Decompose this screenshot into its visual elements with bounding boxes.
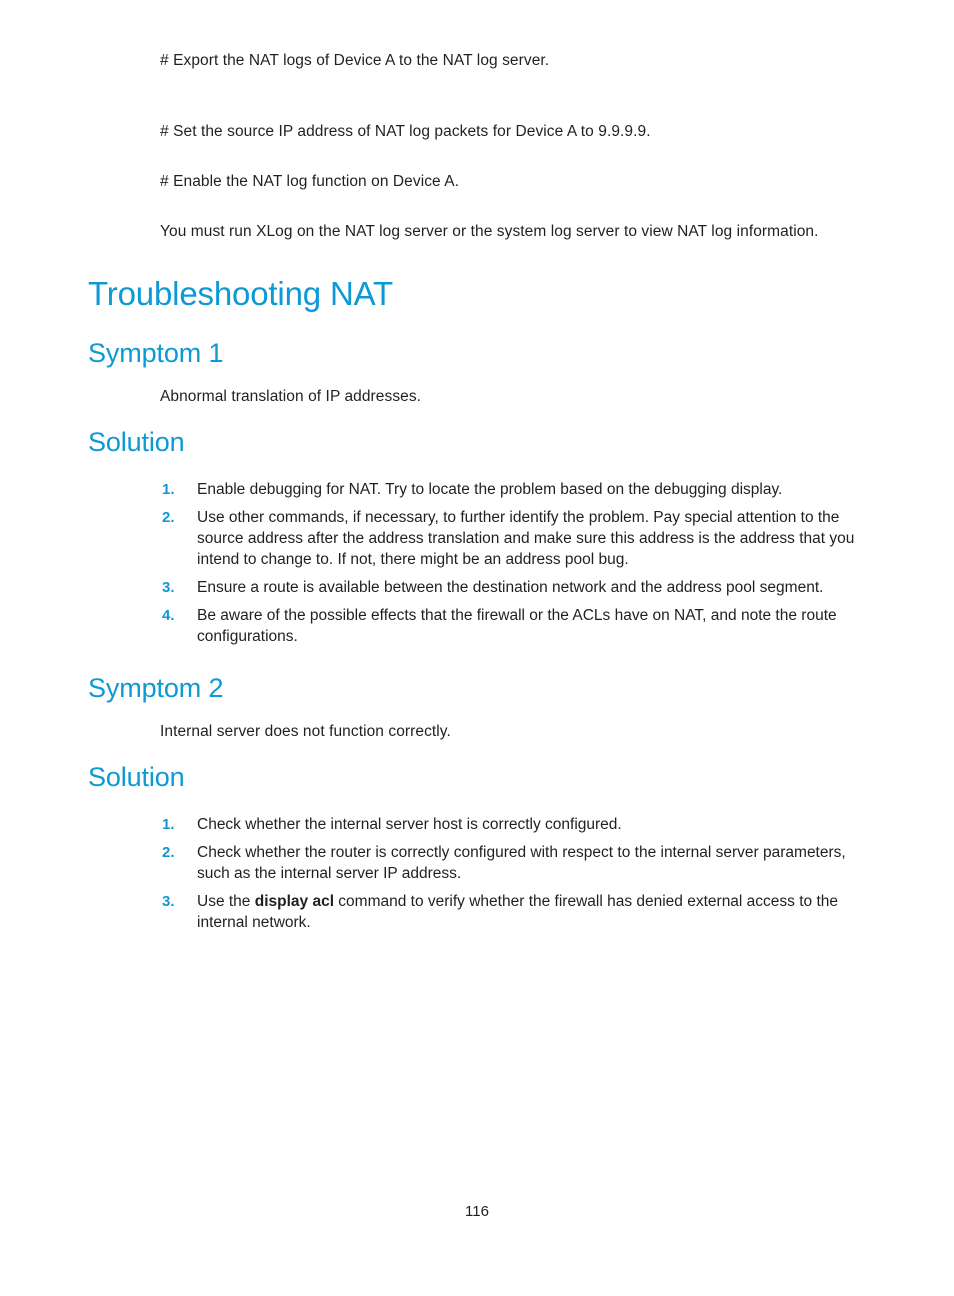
list-item: 3. Use the display acl command to verify… bbox=[162, 891, 859, 933]
intro-line-source-ip: # Set the source IP address of NAT log p… bbox=[160, 123, 651, 140]
list-item-text-before: Use the bbox=[197, 893, 255, 910]
command-name: display acl bbox=[254, 893, 334, 910]
list-item-number: 1. bbox=[162, 816, 175, 833]
list-item: 3. Ensure a route is available between t… bbox=[162, 577, 859, 598]
list-item-text: Check whether the router is correctly co… bbox=[197, 844, 846, 882]
page-title: Troubleshooting NAT bbox=[88, 275, 394, 312]
intro-gap-1 bbox=[0, 71, 954, 121]
list-item-number: 2. bbox=[162, 844, 175, 861]
section-heading-solution-1: Solution bbox=[88, 427, 185, 457]
intro-line-xlog-note: You must run XLog on the NAT log server … bbox=[160, 223, 819, 240]
list-item-text: Use other commands, if necessary, to fur… bbox=[197, 509, 855, 568]
intro-line-enable-nat-log: # Enable the NAT log function on Device … bbox=[160, 173, 460, 190]
list-item-text: Check whether the internal server host i… bbox=[197, 816, 622, 833]
list-item: 2. Check whether the router is correctly… bbox=[162, 842, 859, 884]
list-item-number: 3. bbox=[162, 893, 175, 910]
list-item-text: Ensure a route is available between the … bbox=[197, 579, 824, 596]
section-heading-solution-2: Solution bbox=[88, 762, 185, 792]
list-item-number: 4. bbox=[162, 607, 175, 624]
solution-2-list-gap bbox=[0, 794, 954, 814]
page-number: 116 bbox=[465, 1203, 489, 1220]
solution-1-steps: 1. Enable debugging for NAT. Try to loca… bbox=[0, 479, 954, 647]
section-heading-symptom-2: Symptom 2 bbox=[88, 673, 224, 703]
symptom-1-description: Abnormal translation of IP addresses. bbox=[160, 388, 422, 405]
intro-gap-3 bbox=[0, 192, 954, 221]
intro-gap-2 bbox=[0, 142, 954, 171]
list-item-number: 1. bbox=[162, 481, 175, 498]
list-item: 2. Use other commands, if necessary, to … bbox=[162, 507, 859, 570]
list-item: 1. Enable debugging for NAT. Try to loca… bbox=[162, 479, 859, 500]
symptom-1-text-gap bbox=[0, 370, 954, 386]
list-item-number: 2. bbox=[162, 509, 175, 526]
section-heading-symptom-1: Symptom 1 bbox=[88, 338, 224, 368]
solution-1-heading-gap bbox=[0, 407, 954, 425]
list-item-text: Enable debugging for NAT. Try to locate … bbox=[197, 481, 783, 498]
title-gap bbox=[0, 242, 954, 274]
page-content: # Export the NAT logs of Device A to the… bbox=[0, 0, 954, 933]
list-item: 4. Be aware of the possible effects that… bbox=[162, 605, 859, 647]
list-item: 1. Check whether the internal server hos… bbox=[162, 814, 859, 835]
section-1-gap bbox=[0, 314, 954, 336]
solution-2-steps: 1. Check whether the internal server hos… bbox=[0, 814, 954, 933]
list-item-text: Be aware of the possible effects that th… bbox=[197, 607, 837, 645]
solution-1-list-gap bbox=[0, 459, 954, 479]
top-margin-spacer bbox=[0, 0, 954, 50]
symptom-2-description: Internal server does not function correc… bbox=[160, 723, 451, 740]
solution-2-heading-gap bbox=[0, 742, 954, 760]
section-2-gap bbox=[0, 647, 954, 671]
document-page: # Export the NAT logs of Device A to the… bbox=[0, 0, 954, 1296]
intro-line-export-logs: # Export the NAT logs of Device A to the… bbox=[160, 52, 550, 69]
symptom-2-text-gap bbox=[0, 705, 954, 721]
list-item-number: 3. bbox=[162, 579, 175, 596]
